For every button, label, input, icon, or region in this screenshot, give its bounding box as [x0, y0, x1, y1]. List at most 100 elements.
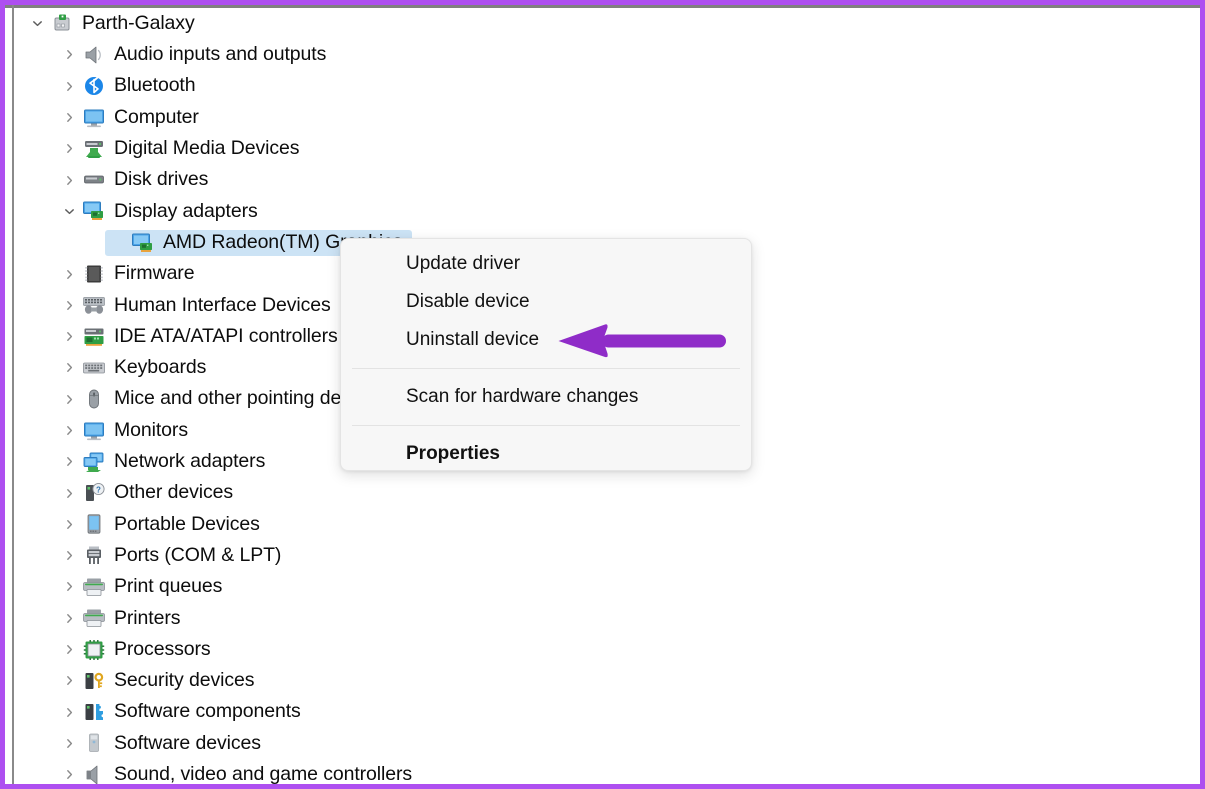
display-adapter-icon	[131, 232, 155, 254]
tree-root-row[interactable]: Parth-Galaxy	[16, 8, 1200, 39]
ide-controller-icon	[82, 326, 106, 348]
software-device-icon	[82, 732, 106, 754]
monitor-icon	[82, 420, 106, 442]
tree-item-label: Software components	[114, 700, 301, 723]
keyboard-icon	[82, 357, 106, 379]
chevron-right-icon[interactable]	[56, 767, 82, 782]
portable-device-icon	[82, 513, 106, 535]
tree-item-label: Print queues	[114, 575, 223, 598]
tree-item-label: Ports (COM & LPT)	[114, 543, 282, 566]
processor-icon	[82, 639, 106, 661]
tree-item-label: Printers	[114, 606, 181, 629]
computer-host-icon	[50, 13, 74, 35]
tree-item-computer[interactable]: Computer	[16, 102, 1200, 133]
media-device-icon	[82, 138, 106, 160]
tree-item-label: IDE ATA/ATAPI controllers	[114, 324, 338, 347]
chevron-right-icon[interactable]	[56, 736, 82, 751]
chevron-down-icon[interactable]	[56, 204, 82, 219]
chevron-right-icon[interactable]	[56, 673, 82, 688]
display-adapter-icon	[82, 200, 106, 222]
tree-item-software-components[interactable]: Software components	[16, 697, 1200, 728]
context-menu[interactable]: Update driver Disable device Uninstall d…	[340, 238, 752, 471]
tree-root-label: Parth-Galaxy	[82, 11, 195, 34]
tree-item-label: Keyboards	[114, 356, 207, 379]
security-device-icon	[82, 670, 106, 692]
printer-icon	[82, 576, 106, 598]
tree-item-label: Sound, video and game controllers	[114, 763, 413, 784]
hid-icon	[82, 294, 106, 316]
chevron-right-icon[interactable]	[56, 705, 82, 720]
tree-item-software-devices[interactable]: Software devices	[16, 728, 1200, 759]
tree-item-ports-com-lpt[interactable]: Ports (COM & LPT)	[16, 540, 1200, 571]
chevron-right-icon[interactable]	[56, 642, 82, 657]
left-rule	[12, 5, 14, 784]
chevron-right-icon[interactable]	[56, 454, 82, 469]
tree-item-portable-devices[interactable]: Portable Devices	[16, 509, 1200, 540]
menu-item-disable-device[interactable]: Disable device	[341, 283, 751, 321]
tree-item-label: Disk drives	[114, 168, 209, 191]
tree-item-audio-inputs-and-outputs[interactable]: Audio inputs and outputs	[16, 39, 1200, 70]
bluetooth-icon	[82, 75, 106, 97]
speaker-icon	[82, 44, 106, 66]
port-icon	[82, 545, 106, 567]
tree-item-label: Computer	[114, 105, 199, 128]
chevron-right-icon[interactable]	[56, 517, 82, 532]
disk-drive-icon	[82, 169, 106, 191]
software-component-icon	[82, 701, 106, 723]
chevron-right-icon[interactable]	[56, 47, 82, 62]
screenshot-frame: Parth-Galaxy Audio inputs and outputs Bl…	[0, 0, 1205, 789]
svg-text:?: ?	[96, 485, 101, 494]
tree-item-display-adapters[interactable]: Display adapters	[16, 196, 1200, 227]
tree-item-other-devices[interactable]: ? Other devices	[16, 477, 1200, 508]
chevron-right-icon[interactable]	[56, 141, 82, 156]
menu-item-properties[interactable]: Properties	[341, 435, 751, 473]
menu-separator-1	[352, 368, 740, 369]
tree-item-label: Portable Devices	[114, 512, 260, 535]
tree-item-label: Network adapters	[114, 450, 266, 473]
chevron-right-icon[interactable]	[56, 611, 82, 626]
menu-item-uninstall-device[interactable]: Uninstall device	[341, 321, 751, 359]
tree-item-label: Digital Media Devices	[114, 137, 300, 160]
tree-item-label: Security devices	[114, 669, 255, 692]
tree-item-label: Other devices	[114, 481, 234, 504]
tree-item-label: Bluetooth	[114, 74, 196, 97]
tree-item-disk-drives[interactable]: Disk drives	[16, 164, 1200, 195]
tree-item-label: Human Interface Devices	[114, 293, 331, 316]
chevron-right-icon[interactable]	[56, 110, 82, 125]
firmware-chip-icon	[82, 263, 106, 285]
monitor-icon	[82, 107, 106, 129]
tree-item-print-queues[interactable]: Print queues	[16, 571, 1200, 602]
chevron-right-icon[interactable]	[56, 579, 82, 594]
chevron-right-icon[interactable]	[56, 486, 82, 501]
mouse-icon	[82, 388, 106, 410]
sound-controller-icon	[82, 764, 106, 784]
chevron-down-icon[interactable]	[24, 16, 50, 31]
tree-item-label: Monitors	[114, 418, 188, 441]
chevron-right-icon[interactable]	[56, 360, 82, 375]
printer-icon	[82, 607, 106, 629]
tree-item-processors[interactable]: Processors	[16, 634, 1200, 665]
network-adapter-icon	[82, 451, 106, 473]
tree-item-label: Software devices	[114, 731, 261, 754]
menu-separator-2	[352, 425, 740, 426]
tree-item-label: Processors	[114, 637, 211, 660]
menu-item-scan-for-hardware-changes[interactable]: Scan for hardware changes	[341, 378, 751, 416]
tree-item-bluetooth[interactable]: Bluetooth	[16, 71, 1200, 102]
chevron-right-icon[interactable]	[56, 298, 82, 313]
chevron-right-icon[interactable]	[56, 392, 82, 407]
unknown-device-icon: ?	[82, 482, 106, 504]
chevron-right-icon[interactable]	[56, 267, 82, 282]
chevron-right-icon[interactable]	[56, 548, 82, 563]
tree-item-digital-media-devices[interactable]: Digital Media Devices	[16, 133, 1200, 164]
tree-item-label: Display adapters	[114, 199, 258, 222]
chevron-right-icon[interactable]	[56, 423, 82, 438]
chevron-right-icon[interactable]	[56, 173, 82, 188]
tree-item-security-devices[interactable]: Security devices	[16, 665, 1200, 696]
tree-item-label: Audio inputs and outputs	[114, 43, 327, 66]
chevron-right-icon[interactable]	[56, 79, 82, 94]
chevron-right-icon[interactable]	[56, 329, 82, 344]
tree-item-label: Firmware	[114, 262, 195, 285]
tree-item-printers[interactable]: Printers	[16, 603, 1200, 634]
tree-item-sound-video-and-game-controllers[interactable]: Sound, video and game controllers	[16, 759, 1200, 784]
menu-item-update-driver[interactable]: Update driver	[341, 245, 751, 283]
